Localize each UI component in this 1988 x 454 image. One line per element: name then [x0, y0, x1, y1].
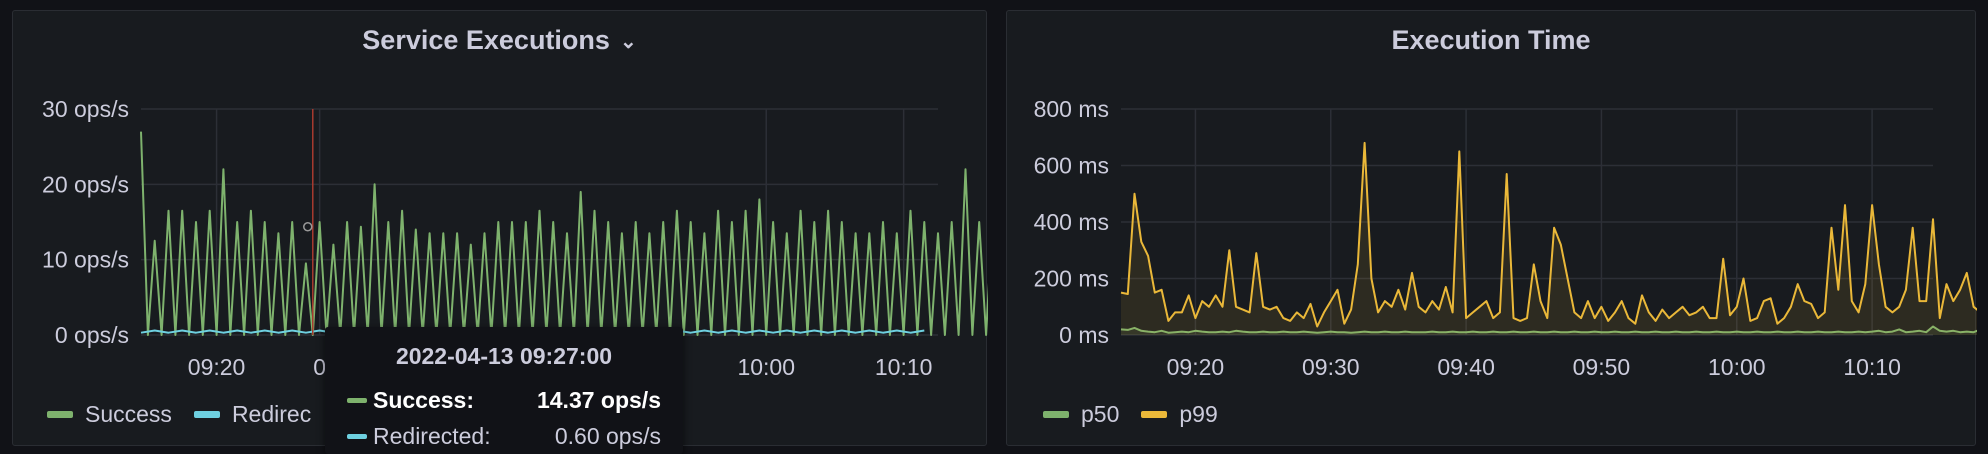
y-tick-label: 20 ops/s	[42, 171, 129, 197]
legend-item-p50[interactable]: p50	[1043, 401, 1119, 428]
tooltip-value: 14.37 ops/s	[536, 387, 661, 413]
legend-label: Redirec	[231, 401, 312, 427]
y-tick-label: 0 ms	[1059, 322, 1109, 348]
legend-swatch	[193, 411, 220, 418]
execution-time-panel: Execution Time 0 ms 200 ms 400 ms 600 ms 800…	[1006, 10, 1977, 447]
tooltip-value: 0.60 ops/s	[554, 423, 661, 449]
tooltip-swatch	[347, 434, 367, 439]
legend: Success Redirec	[47, 401, 333, 428]
y-tick-label: 400 ms	[1034, 209, 1109, 235]
tooltip-row-success: Success: 14.37 ops/s	[347, 387, 661, 414]
legend-item-redirected[interactable]: Redirec	[193, 401, 312, 428]
x-tick-label: 09:40	[1437, 354, 1495, 380]
tooltip-label: Success:	[373, 387, 475, 413]
tooltip-row-redirected: Redirected: 0.60 ops/s	[347, 423, 661, 450]
x-tick-label: 09:50	[1573, 354, 1631, 380]
execution-time-chart[interactable]: 0 ms 200 ms 400 ms 600 ms 800 ms 09:20 09:30 09…	[1007, 11, 1977, 447]
y-tick-label: 0 ops/s	[55, 322, 129, 348]
x-tick-label: 09:20	[188, 354, 246, 380]
x-tick-label: 10:10	[875, 354, 933, 380]
hover-point	[303, 221, 313, 232]
legend-swatch	[1043, 411, 1069, 418]
tooltip-time: 2022-04-13 09:27:00	[395, 343, 613, 369]
y-tick-label: 10 ops/s	[42, 247, 129, 273]
y-tick-label: 200 ms	[1034, 266, 1109, 292]
legend: p50 p99	[1043, 401, 1240, 428]
series-line	[140, 131, 988, 336]
legend-swatch	[47, 411, 73, 418]
y-tick-label: 800 ms	[1034, 96, 1109, 122]
legend-swatch	[1141, 411, 1168, 418]
x-tick-label: 09:20	[1167, 354, 1225, 380]
tooltip-swatch	[347, 398, 367, 403]
hover-tooltip: 2022-04-13 09:27:00 Success: 14.37 ops/s…	[325, 327, 683, 454]
x-tick-label: 10:00	[737, 354, 795, 380]
legend-item-success[interactable]: Success	[47, 401, 172, 428]
tooltip-label: Redirected:	[373, 423, 491, 449]
legend-label: p50	[1081, 401, 1120, 427]
x-tick-label: 09:30	[1302, 354, 1360, 380]
x-tick-label: 10:10	[1843, 354, 1901, 380]
x-tick-label: 10:00	[1708, 354, 1766, 380]
legend-item-p99[interactable]: p99	[1141, 401, 1218, 428]
legend-label: Success	[85, 401, 172, 427]
y-tick-label: 600 ms	[1034, 153, 1109, 179]
legend-label: p99	[1179, 401, 1218, 427]
y-tick-label: 30 ops/s	[42, 96, 129, 122]
